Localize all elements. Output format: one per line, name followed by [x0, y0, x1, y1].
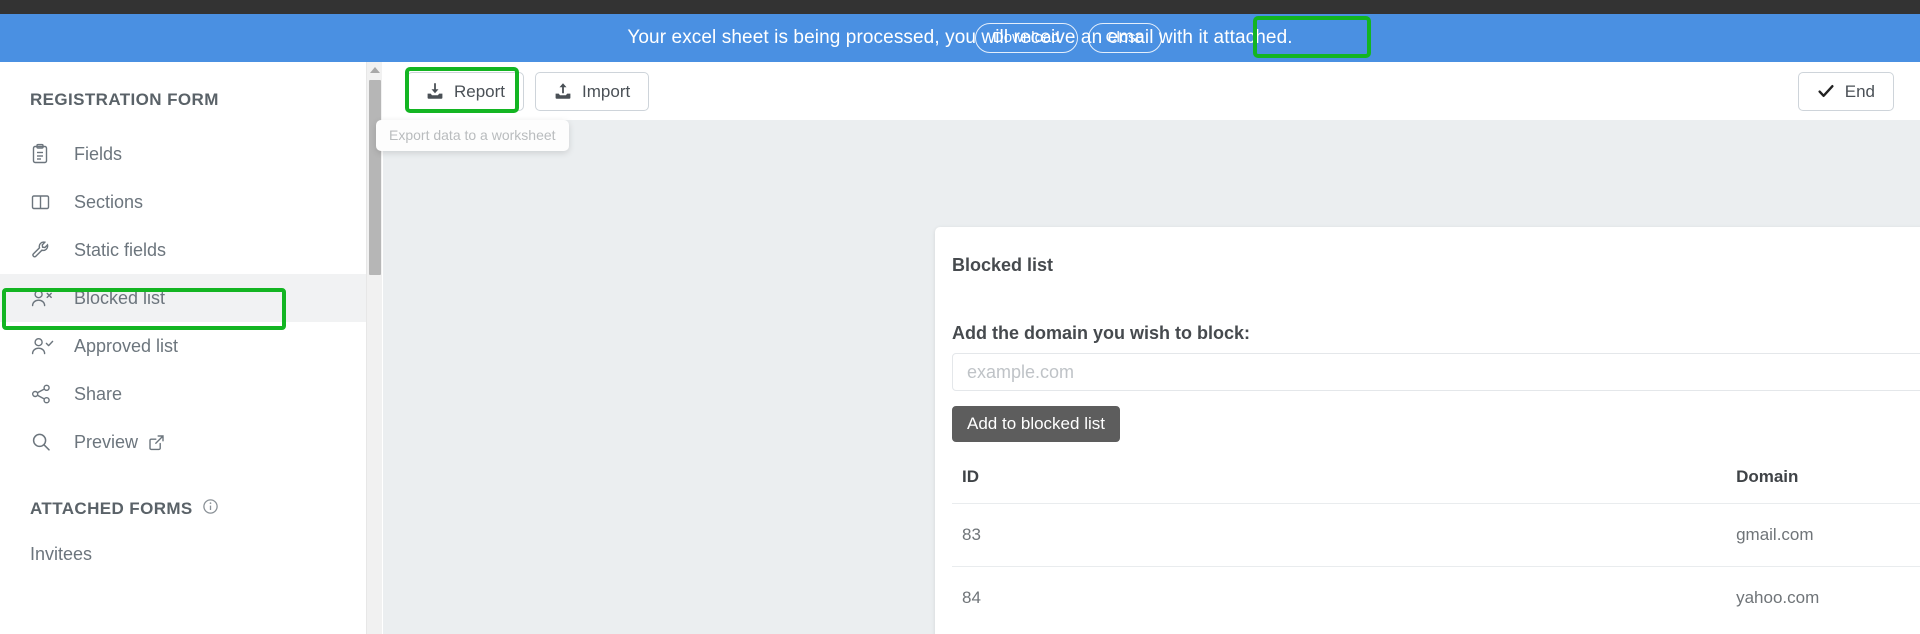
- sidebar-item-label: Blocked list: [74, 288, 166, 308]
- end-button[interactable]: End: [1797, 72, 1894, 111]
- report-button-label: Report: [454, 81, 506, 101]
- share-icon: [30, 383, 58, 405]
- sidebar-item-share[interactable]: Share: [0, 370, 372, 418]
- report-button[interactable]: Report: [407, 72, 525, 111]
- columns-icon: [30, 191, 58, 213]
- external-link-icon: [148, 434, 165, 451]
- search-icon: [30, 431, 58, 453]
- main-content: Report Import End Blocked list Add the d…: [383, 62, 1920, 634]
- user-x-icon: [30, 287, 58, 309]
- sidebar-item-sections[interactable]: Sections: [0, 178, 372, 226]
- attached-form-item-invitees[interactable]: Invitees: [30, 544, 92, 565]
- domain-field-label: Add the domain you wish to block:: [952, 323, 1251, 343]
- cell-domain: gmail.com: [1726, 503, 1920, 567]
- toolbar: Report Import End: [383, 62, 1920, 120]
- sidebar-item-label: Fields: [74, 144, 123, 164]
- notification-actions: Download Close: [974, 23, 1162, 53]
- import-button-label: Import: [582, 81, 631, 101]
- upload-from-tray-icon: [554, 82, 572, 100]
- report-tooltip: Export data to a worksheet: [376, 120, 569, 151]
- table-header-row: ID Domain: [952, 467, 1920, 504]
- attached-forms-title-text: ATTACHED FORMS: [30, 499, 193, 518]
- wrench-icon: [30, 239, 58, 261]
- domain-input[interactable]: [952, 353, 1920, 391]
- card-title: Blocked list: [952, 255, 1054, 275]
- column-header-domain: Domain: [1726, 467, 1920, 504]
- cell-domain: yahoo.com: [1736, 588, 1820, 607]
- toolbar-right-group: End: [1797, 72, 1894, 111]
- download-to-tray-icon: [426, 82, 444, 100]
- blocked-domains-table: ID Domain 83 gmail.com 84 yahoo.com: [952, 467, 1920, 629]
- table-row: 83 gmail.com: [952, 503, 1920, 567]
- top-dark-strip: [0, 0, 1920, 14]
- sidebar-nav: Fields Sections Static fields Blocked li…: [0, 130, 372, 466]
- attached-forms-title: ATTACHED FORMS: [30, 498, 219, 520]
- sidebar-item-label: Approved list: [74, 336, 179, 356]
- scrollbar-thumb[interactable]: [369, 80, 381, 275]
- sidebar-item-label: Preview: [74, 432, 139, 452]
- add-to-blocked-list-button[interactable]: Add to blocked list: [952, 406, 1120, 442]
- sidebar-item-blocked-list[interactable]: Blocked list: [0, 274, 372, 322]
- app-root: Your excel sheet is being processed, you…: [0, 0, 1920, 634]
- column-header-id: ID: [952, 467, 1727, 504]
- sidebar-item-label: Sections: [74, 192, 144, 212]
- info-icon[interactable]: [202, 498, 219, 520]
- sidebar-item-preview[interactable]: Preview: [0, 418, 372, 466]
- user-check-icon: [30, 335, 58, 357]
- import-button[interactable]: Import: [535, 72, 650, 111]
- end-button-label: End: [1844, 81, 1875, 101]
- cell-id: 84: [962, 588, 981, 607]
- blocked-list-card: Blocked list Add the domain you wish to …: [935, 227, 1920, 634]
- sidebar-item-label: Static fields: [74, 240, 167, 260]
- sidebar-item-approved-list[interactable]: Approved list: [0, 322, 372, 370]
- scroll-up-arrow-icon[interactable]: [367, 62, 383, 78]
- sidebar-item-fields[interactable]: Fields: [0, 130, 372, 178]
- download-button[interactable]: Download: [974, 23, 1078, 53]
- clipboard-icon: [30, 143, 58, 165]
- sidebar: REGISTRATION FORM Fields Sections Static…: [0, 62, 372, 634]
- notification-message: Your excel sheet is being processed, you…: [627, 27, 1293, 48]
- cell-id: 83: [952, 503, 1727, 567]
- close-button[interactable]: Close: [1087, 23, 1162, 53]
- sidebar-item-label: Share: [74, 384, 123, 404]
- notification-banner: Your excel sheet is being processed, you…: [0, 14, 1920, 62]
- sidebar-title: REGISTRATION FORM: [30, 90, 219, 109]
- check-icon: [1817, 82, 1835, 100]
- toolbar-left-group: Report Import: [407, 72, 650, 111]
- table-row: 84 yahoo.com: [952, 567, 1920, 630]
- sidebar-item-static-fields[interactable]: Static fields: [0, 226, 372, 274]
